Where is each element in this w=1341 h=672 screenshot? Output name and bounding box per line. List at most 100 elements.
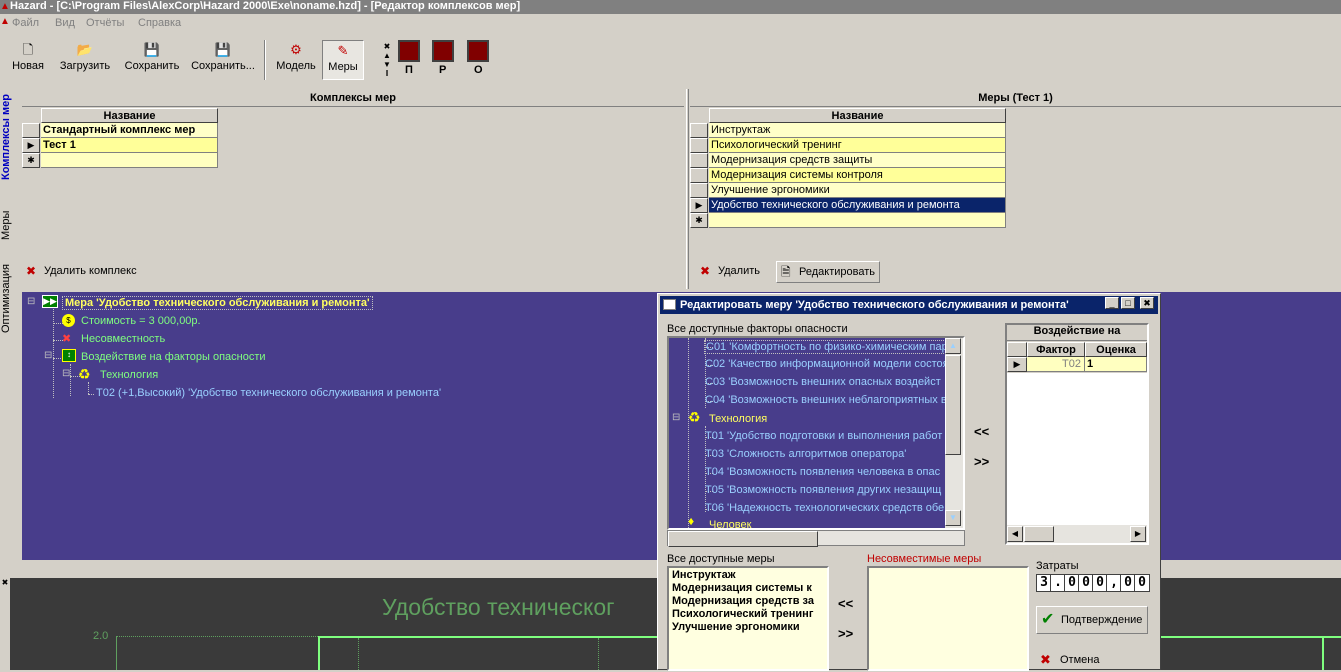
move-right-factor-button[interactable]: >> — [974, 454, 989, 469]
table-row-selected[interactable]: Удобство технического обслуживания и рем… — [709, 198, 1006, 213]
current-row-indicator[interactable]: ▶ — [690, 198, 708, 213]
list-item[interactable]: Инструктаж — [672, 569, 824, 582]
hscroll-thumb[interactable] — [668, 531, 818, 547]
row-indicator[interactable] — [22, 123, 40, 138]
save-button[interactable]: 💾 Сохранить — [122, 40, 182, 80]
cost-digit[interactable]: 0 — [1134, 574, 1150, 592]
tab-optimization[interactable]: Оптимизация — [0, 259, 14, 339]
cancel-button[interactable]: ✖ Отмена — [1036, 650, 1148, 672]
minimize-button[interactable]: _ — [1105, 297, 1119, 309]
indicator-p[interactable] — [398, 40, 420, 62]
row-indicator[interactable] — [690, 183, 708, 198]
move-left-factor-button[interactable]: << — [974, 424, 989, 439]
current-row-indicator[interactable]: ▶ — [1007, 357, 1027, 372]
factor-item[interactable]: C03 'Возможность внешних опасных воздейс… — [705, 376, 941, 388]
new-row[interactable] — [709, 213, 1006, 228]
indicator-o[interactable] — [467, 40, 489, 62]
menu-file[interactable]: Файл — [12, 17, 39, 29]
impact-hscrollbar[interactable]: ◀ ▶ — [1007, 525, 1147, 543]
new-row-indicator[interactable]: ✱ — [22, 153, 40, 168]
table-row[interactable]: Психологический тренинг — [709, 138, 1006, 153]
collapse-toggle[interactable]: ⊟ — [44, 350, 52, 361]
chart-close-icon[interactable]: ✖ — [0, 578, 10, 670]
delete-measure-button[interactable]: ✖ Удалить — [696, 261, 770, 283]
scroll-down-icon[interactable]: ▼ — [945, 510, 961, 526]
model-button[interactable]: ⚙ Модель — [274, 40, 318, 80]
factor-item[interactable]: C02 'Качество информационной модели сост… — [705, 358, 949, 370]
list-item[interactable]: Психологический тренинг — [672, 608, 824, 621]
row-indicator[interactable] — [690, 153, 708, 168]
tree-incompat[interactable]: Несовместность — [81, 333, 165, 345]
menu-reports[interactable]: Отчёты — [86, 17, 124, 29]
factor-item[interactable]: T03 'Сложность алгоритмов оператора' — [705, 448, 906, 460]
factor-item[interactable]: T04 'Возможность появления человека в оп… — [705, 466, 940, 478]
factors-vscrollbar[interactable]: ▲ ▼ — [945, 338, 963, 528]
row-indicator[interactable] — [690, 168, 708, 183]
new-button[interactable]: 🗋 Новая — [8, 40, 48, 80]
splitter[interactable] — [686, 89, 689, 289]
impact-col-factor[interactable]: Фактор — [1027, 342, 1085, 357]
tab-complexes[interactable]: Комплексы мер — [0, 89, 14, 185]
factor-item[interactable]: C01 'Комфортность по физико-химическим п… — [704, 340, 950, 354]
maximize-button[interactable]: □ — [1121, 297, 1135, 309]
scroll-left-icon[interactable]: ◀ — [1007, 526, 1023, 542]
scroll-up-icon[interactable]: ▲ — [945, 338, 961, 354]
load-button[interactable]: 📂 Загрузить — [56, 40, 114, 80]
list-item[interactable]: Улучшение эргономики — [672, 621, 824, 634]
collapse-toggle[interactable]: ⊟ — [27, 296, 35, 307]
factors-hscrollbar[interactable] — [667, 530, 965, 547]
impact-grid[interactable]: Воздействие на Фактор Оценка ▶ T02 1 ◀ ▶ — [1005, 323, 1149, 545]
menu-help[interactable]: Справка — [138, 17, 181, 29]
factor-item[interactable]: T06 'Надежность технологических средств … — [705, 502, 944, 514]
factor-item[interactable]: T05 'Возможность появления других незащи… — [705, 484, 941, 496]
tree-factor-t02[interactable]: T02 (+1,Высокий) 'Удобство технического … — [96, 387, 441, 399]
impact-factor-cell[interactable]: T02 — [1027, 357, 1085, 372]
new-row[interactable] — [41, 153, 218, 168]
move-right-measure-button[interactable]: >> — [838, 626, 853, 641]
indicator-scroll[interactable]: ✖ ▲ ▼ ‖ — [382, 42, 392, 78]
tree-technology[interactable]: Технология — [100, 369, 158, 381]
move-left-measure-button[interactable]: << — [838, 596, 853, 611]
tree-impact[interactable]: Воздействие на факторы опасности — [81, 351, 266, 363]
hscroll-thumb[interactable] — [1024, 526, 1054, 542]
confirm-button[interactable]: ✔ Подтверждение — [1036, 606, 1148, 634]
measures-button[interactable]: ✎ Меры — [322, 40, 364, 80]
factor-group-person[interactable]: Человек — [709, 519, 751, 528]
indicator-r[interactable] — [432, 40, 454, 62]
current-row-indicator[interactable]: ▶ — [22, 138, 40, 153]
collapse-toggle[interactable]: ⊟ — [62, 368, 70, 379]
factors-tree[interactable]: C01 'Комфортность по физико-химическим п… — [667, 336, 965, 530]
all-measures-list[interactable]: Инструктаж Модернизация системы к Модерн… — [667, 566, 829, 671]
new-row-indicator[interactable]: ✱ — [690, 213, 708, 228]
menu-view[interactable]: Вид — [55, 17, 75, 29]
impact-col-score[interactable]: Оценка — [1085, 342, 1147, 357]
close-button[interactable]: ✖ — [1140, 297, 1154, 309]
save-as-button[interactable]: 💾 Сохранить... — [190, 40, 256, 80]
list-item[interactable]: Модернизация средств за — [672, 595, 824, 608]
factor-item[interactable]: C04 'Возможность внешних неблагоприятных… — [705, 394, 947, 406]
scroll-thumb[interactable] — [945, 355, 961, 455]
edit-measure-button[interactable]: 🗎 Редактировать — [776, 261, 880, 283]
scroll-right-icon[interactable]: ▶ — [1130, 526, 1146, 542]
table-row[interactable]: Стандартный комплекс мер — [41, 123, 218, 138]
table-row[interactable]: Тест 1 — [41, 138, 218, 153]
list-item[interactable]: Модернизация системы к — [672, 582, 824, 595]
table-row[interactable]: Инструктаж — [709, 123, 1006, 138]
table-row[interactable]: Модернизация системы контроля — [709, 168, 1006, 183]
tree-cost[interactable]: Стоимость = 3 000,00р. — [81, 315, 201, 327]
tab-measures[interactable]: Меры — [0, 199, 14, 251]
row-indicator[interactable] — [690, 138, 708, 153]
measures-column-name[interactable]: Название — [709, 108, 1006, 123]
row-indicator[interactable] — [690, 123, 708, 138]
table-row[interactable]: Улучшение эргономики — [709, 183, 1006, 198]
incompat-measures-list[interactable] — [867, 566, 1029, 671]
factor-item[interactable]: T01 'Удобство подготовки и выполнения ра… — [705, 430, 942, 442]
mdi-child-icon[interactable]: ▲ — [0, 16, 10, 27]
collapse-toggle[interactable]: ⊟ — [672, 412, 680, 423]
delete-complex-button[interactable]: ✖ Удалить комплекс — [22, 261, 152, 283]
complexes-column-name[interactable]: Название — [41, 108, 218, 123]
factor-group-technology[interactable]: Технология — [709, 413, 767, 425]
cost-input[interactable]: 3 . 0 0 0 , 0 0 — [1036, 574, 1152, 594]
impact-score-cell[interactable]: 1 — [1085, 357, 1147, 372]
table-row[interactable]: Модернизация средств защиты — [709, 153, 1006, 168]
